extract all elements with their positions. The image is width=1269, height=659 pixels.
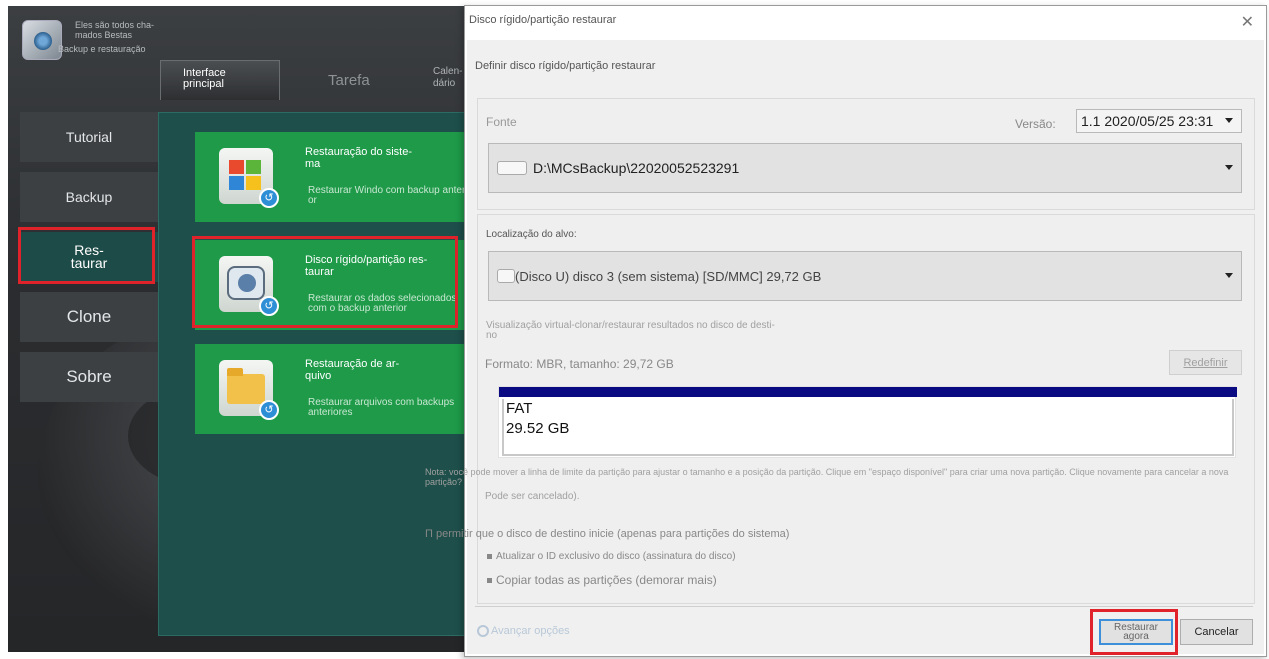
nav-clone-label: Clone: [66, 307, 112, 326]
partition-size: 29.52 GB: [506, 420, 570, 437]
gear-icon: [477, 625, 489, 638]
highlight-restore-now-button: [1090, 609, 1178, 655]
highlight-disk-restore-card: [192, 236, 458, 328]
version-value: 1.1 2020/05/25 23:31: [1081, 113, 1214, 129]
nav-tutorial-label: Tutorial: [65, 129, 113, 145]
close-icon[interactable]: ✕: [1241, 12, 1254, 32]
source-path-select[interactable]: D:\MCsBackup\22020052523291: [488, 143, 1242, 193]
version-select[interactable]: 1.1 2020/05/25 23:31: [1076, 109, 1242, 133]
nav-about[interactable]: Sobre: [20, 352, 158, 402]
drive-icon: [497, 269, 515, 283]
cancel-button[interactable]: Cancelar: [1180, 619, 1253, 645]
note-text: Nota: você pode mover a linha de limite …: [425, 467, 1229, 487]
disk-bar: [499, 387, 1237, 397]
version-label: Versão:: [1015, 117, 1056, 131]
checkbox-icon: [487, 553, 492, 559]
card-description: Restaurar Windo com backup anteri- or: [308, 185, 471, 206]
reset-button[interactable]: Redefinir: [1169, 350, 1242, 375]
advanced-options-label: Avançar opções: [491, 625, 570, 637]
note-text-continued: Pode ser cancelado).: [485, 491, 580, 502]
nav-backup[interactable]: Backup: [20, 172, 158, 222]
option-update-disk-id-label: Atualizar o ID exclusivo do disco (assin…: [496, 551, 736, 562]
highlight-restore-nav: [18, 227, 155, 284]
target-disk-select[interactable]: (Disco U) disco 3 (sem sistema) [SD/MMC]…: [488, 251, 1242, 301]
tab-main-interface[interactable]: Interface principal: [160, 60, 280, 100]
option-allow-boot-label: Π permitir que o disco de destino inicie…: [425, 528, 790, 540]
partition-block[interactable]: FAT 29.52 GB: [502, 399, 1234, 456]
source-label: Fonte: [486, 115, 517, 129]
app-logo-icon: [22, 20, 62, 60]
source-group: Fonte Versão: 1.1 2020/05/25 23:31 D:\MC…: [477, 98, 1255, 210]
dialog-heading: Definir disco rígido/partição restaurar: [475, 60, 656, 72]
chevron-down-icon: [1225, 118, 1233, 123]
nav-about-label: Sobre: [66, 367, 112, 386]
card-file-restore[interactable]: ↺ Restauração de ar- quivo Restaurar arq…: [195, 344, 465, 434]
partition-fs: FAT: [506, 400, 533, 417]
source-path-value: D:\MCsBackup\22020052523291: [533, 160, 740, 176]
nav-backup-label: Backup: [65, 189, 113, 205]
folder-icon: ↺: [219, 360, 279, 420]
restore-badge-icon: ↺: [259, 188, 279, 208]
card-title: Restauração do siste- ma: [305, 146, 412, 170]
option-copy-all-label: Copiar todas as partições (demorar mais): [496, 573, 717, 587]
target-disk-value: (Disco U) disco 3 (sem sistema) [SD/MMC]…: [515, 268, 822, 284]
drive-icon: [497, 161, 527, 175]
format-text: Formato: MBR, tamanho: 29,72 GB: [485, 357, 674, 371]
app-tagline: Eles são todos cha- mados Bestas: [75, 20, 155, 40]
disk-layout-map[interactable]: FAT 29.52 GB: [498, 386, 1237, 458]
target-label: Localização do alvo:: [486, 229, 577, 240]
nav-tutorial[interactable]: Tutorial: [20, 112, 158, 162]
tab-calendar[interactable]: Calen- dário: [433, 66, 462, 90]
divider: [475, 606, 1253, 607]
card-description: Restaurar arquivos com backups anteriore…: [308, 397, 455, 418]
windows-icon: ↺: [219, 148, 279, 208]
advanced-options-link[interactable]: Avançar opções: [477, 625, 570, 638]
restore-badge-icon: ↺: [259, 400, 279, 420]
option-copy-all[interactable]: Copiar todas as partições (demorar mais): [487, 573, 717, 587]
checkbox-icon: [487, 578, 492, 584]
restore-dialog: Disco rígido/partição restaurar ✕ Defini…: [425, 5, 1267, 657]
option-allow-boot[interactable]: Π permitir que o disco de destino inicie…: [425, 528, 789, 540]
dialog-title: Disco rígido/partição restaurar: [469, 14, 617, 26]
chevron-down-icon: [1225, 165, 1233, 170]
tab-task[interactable]: Tarefa: [328, 72, 370, 89]
app-subtitle: Backup e restauração: [58, 44, 146, 54]
card-title: Restauração de ar- quivo: [305, 358, 400, 382]
nav-clone[interactable]: Clone: [20, 292, 158, 342]
preview-label: Visualização virtual-clonar/restaurar re…: [486, 320, 775, 341]
card-system-restore[interactable]: ↺ Restauração do siste- ma Restaurar Win…: [195, 132, 471, 222]
option-update-disk-id[interactable]: Atualizar o ID exclusivo do disco (assin…: [487, 551, 736, 562]
chevron-down-icon: [1225, 273, 1233, 278]
